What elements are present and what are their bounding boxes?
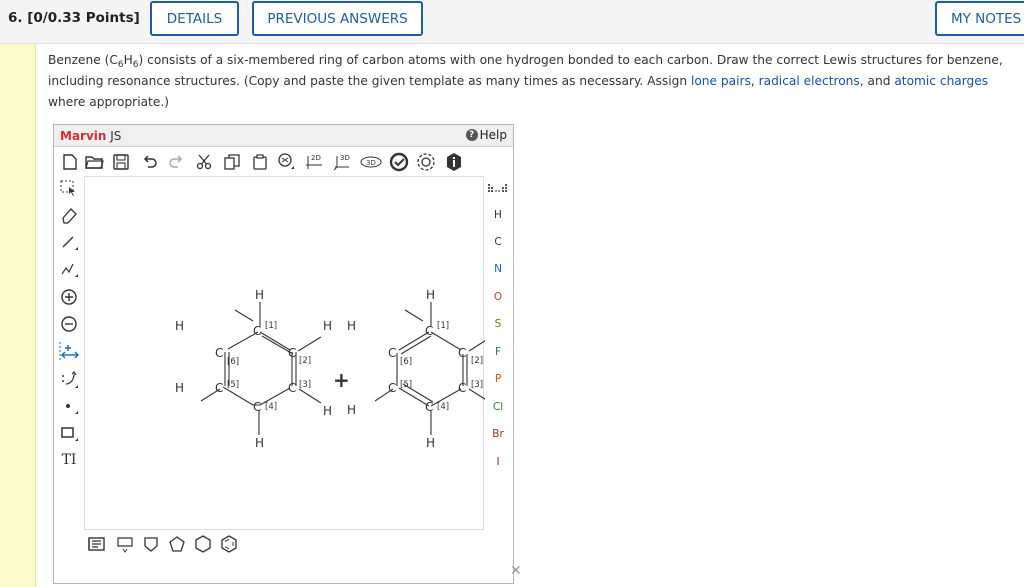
left-C3: C <box>288 381 296 395</box>
settings-icon[interactable] <box>415 151 437 173</box>
clean-2d-icon[interactable]: 2D <box>304 152 326 172</box>
erase-icon[interactable] <box>58 205 80 225</box>
chain-icon[interactable] <box>58 259 80 279</box>
left-H-left-top: H <box>175 319 184 333</box>
right-H-left-bottom: H <box>347 403 356 417</box>
svg-text:2D: 2D <box>311 154 321 162</box>
right-H-top: H <box>426 288 435 302</box>
template-library-icon[interactable] <box>86 534 108 554</box>
left-H-right-top: H <box>323 319 332 333</box>
about-icon[interactable] <box>443 151 465 173</box>
question-header: 6. [0/0.33 Points] DETAILS PREVIOUS ANSW… <box>0 0 1024 44</box>
help-button[interactable]: ? Help <box>465 128 507 142</box>
cyclohexane-template-icon[interactable] <box>192 534 214 554</box>
paste-icon[interactable] <box>250 152 270 172</box>
left-C1: C <box>253 324 261 338</box>
svg-text:[6]: [6] <box>400 357 412 367</box>
left-H-bottom: H <box>255 436 264 450</box>
right-H-left-top: H <box>347 319 356 333</box>
right-C4: C <box>425 400 433 414</box>
cyclopropane-template-icon[interactable] <box>114 534 136 554</box>
left-C6: C <box>215 346 223 360</box>
marvin-js-editor: Marvin JS ? Help 2D 3D 3D TI H C N O S F… <box>53 124 522 584</box>
right-C3: C <box>458 381 466 395</box>
radical-electrons-link[interactable]: radical electrons <box>759 74 860 88</box>
open-file-icon[interactable] <box>84 152 106 172</box>
svg-text:[2]: [2] <box>471 356 483 366</box>
resonance-plus: + <box>333 368 350 392</box>
right-C2: C <box>458 346 466 360</box>
element-N[interactable]: N <box>482 263 514 275</box>
zoom-icon[interactable] <box>276 151 298 171</box>
svg-text:[1]: [1] <box>437 321 449 331</box>
benzene-resonance-drawing: H H H H H H C C C C C C [1] [2] [3] [4] … <box>175 288 492 450</box>
selection-tool-icon[interactable] <box>58 178 80 198</box>
question-side-band <box>0 44 36 587</box>
close-icon[interactable]: ✕ <box>510 563 522 579</box>
left-C4: C <box>253 400 261 414</box>
reaction-arrow-icon[interactable] <box>58 340 82 362</box>
periodic-table-icon[interactable] <box>486 178 510 198</box>
right-C6: C <box>388 346 396 360</box>
svg-text:[3]: [3] <box>299 380 311 390</box>
right-H-bottom: H <box>426 436 435 450</box>
radical-icon[interactable] <box>58 396 80 416</box>
text-tool-icon[interactable]: TI <box>58 450 80 470</box>
previous-answers-button[interactable]: PREVIOUS ANSWERS <box>252 1 423 36</box>
left-C2: C <box>288 346 296 360</box>
atomic-charges-link[interactable]: atomic charges <box>894 74 988 88</box>
marvin-title: Marvin JS <box>60 129 122 143</box>
benzene-template-icon[interactable] <box>218 534 240 554</box>
single-bond-icon[interactable] <box>58 232 80 252</box>
clean-3d-icon[interactable]: 3D <box>332 152 354 172</box>
element-H[interactable]: H <box>482 209 514 221</box>
details-button[interactable]: DETAILS <box>150 1 239 36</box>
question-number: 6. [0/0.33 Points] <box>8 10 140 26</box>
3d-view-icon[interactable]: 3D <box>360 152 382 172</box>
drawing-canvas[interactable]: H H H H H H C C C C C C [1] [2] [3] [4] … <box>84 176 492 530</box>
element-F[interactable]: F <box>482 346 514 358</box>
element-Br[interactable]: Br <box>482 428 514 440</box>
my-notes-button[interactable]: MY NOTES <box>935 1 1024 36</box>
copy-icon[interactable] <box>222 152 242 172</box>
svg-text:3D: 3D <box>340 154 350 162</box>
lone-pairs-link[interactable]: lone pairs <box>691 74 751 88</box>
left-H-left-bottom: H <box>175 381 184 395</box>
element-C[interactable]: C <box>482 236 514 248</box>
negative-charge-icon[interactable] <box>58 314 80 334</box>
svg-text:[5]: [5] <box>227 380 239 390</box>
question-text: Benzene (C6H6) consists of a six-membere… <box>48 53 1003 109</box>
new-document-icon[interactable] <box>60 152 80 172</box>
right-C1: C <box>425 324 433 338</box>
svg-text:[1]: [1] <box>265 321 277 331</box>
help-icon: ? <box>465 129 478 141</box>
clean-structure-icon[interactable] <box>388 151 410 173</box>
svg-text:[3]: [3] <box>471 380 483 390</box>
element-Cl[interactable]: Cl <box>482 401 514 413</box>
svg-text:[4]: [4] <box>437 402 449 412</box>
cut-icon[interactable] <box>194 152 214 172</box>
left-H-right-bottom: H <box>323 404 332 418</box>
left-H-top: H <box>255 288 264 302</box>
redo-icon[interactable] <box>166 152 186 172</box>
svg-text:3D: 3D <box>366 159 376 167</box>
cyclopentane-template-icon[interactable] <box>166 534 188 554</box>
element-S[interactable]: S <box>482 318 514 330</box>
right-C5: C <box>388 381 396 395</box>
save-icon[interactable] <box>111 152 131 172</box>
svg-text:[2]: [2] <box>299 356 311 366</box>
svg-text:[4]: [4] <box>265 402 277 412</box>
rectangle-shape-icon[interactable] <box>58 423 80 443</box>
element-I[interactable]: I <box>482 456 514 468</box>
marvin-title-bar: Marvin JS ? Help <box>54 125 513 147</box>
element-P[interactable]: P <box>482 373 514 385</box>
positive-charge-icon[interactable] <box>58 287 80 307</box>
electron-flow-icon[interactable] <box>58 369 80 389</box>
cyclobutane-template-icon[interactable] <box>140 534 162 554</box>
element-O[interactable]: O <box>482 291 514 303</box>
undo-icon[interactable] <box>140 152 160 172</box>
svg-text:[5]: [5] <box>400 380 412 390</box>
svg-text:[6]: [6] <box>227 357 239 367</box>
left-C5: C <box>215 381 223 395</box>
